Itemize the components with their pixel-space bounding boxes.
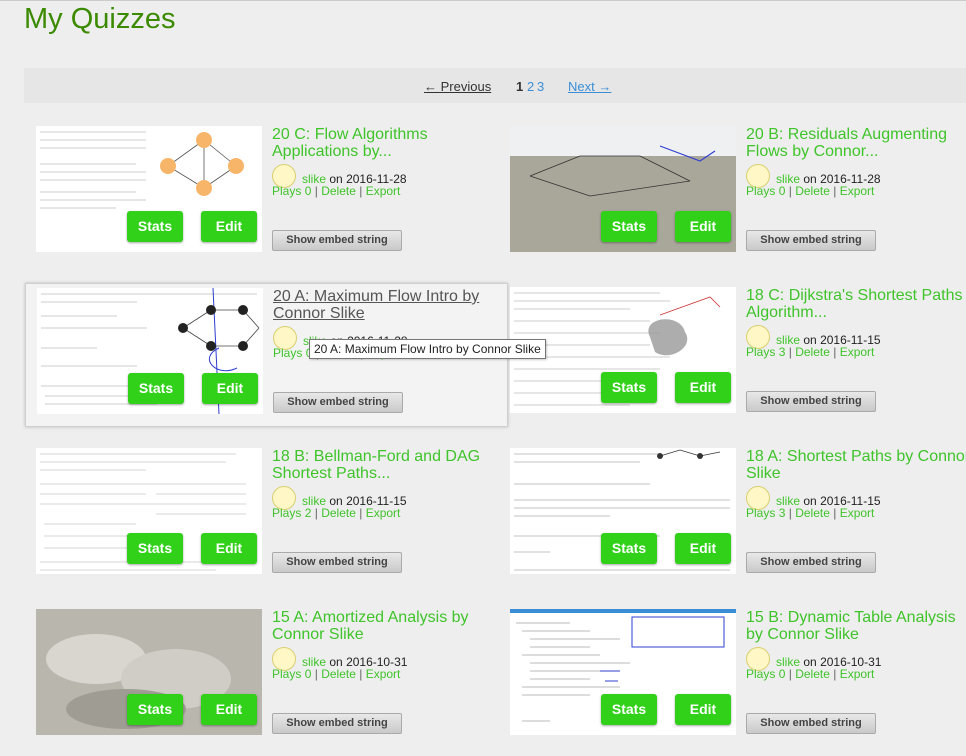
plays-link[interactable]: Plays 3 [746, 345, 785, 359]
page-2-link[interactable]: 2 [527, 79, 534, 94]
stats-button[interactable]: Stats [127, 694, 183, 725]
delete-link[interactable]: Delete [321, 506, 356, 520]
quiz-links: Plays 3 | Delete | Export [746, 506, 875, 520]
export-link[interactable]: Export [840, 506, 875, 520]
quiz-info: 20 A: Maximum Flow Intro by Connor Slike… [273, 288, 503, 413]
quiz-links: Plays 3 | Delete | Export [746, 345, 875, 359]
delete-link[interactable]: Delete [321, 667, 356, 681]
quiz-thumbnail[interactable]: Stats Edit [510, 609, 736, 735]
quiz-info: 20 B: Residuals Augmenting Flows by Conn… [746, 126, 966, 251]
quiz-thumbnail[interactable]: Stats Edit [37, 288, 263, 414]
quiz-title-link[interactable]: 20 B: Residuals Augmenting Flows by Conn… [746, 126, 966, 160]
export-link[interactable]: Export [840, 184, 875, 198]
quiz-card: Stats Edit 15 A: Amortized Analysis by C… [36, 609, 510, 739]
stats-button[interactable]: Stats [601, 694, 657, 725]
plays-link[interactable]: Plays 0 [746, 667, 785, 681]
delete-link[interactable]: Delete [795, 506, 830, 520]
plays-link[interactable]: Plays 0 [272, 667, 311, 681]
quiz-links: Plays 0 | Delete | Export [746, 667, 875, 681]
edit-button[interactable]: Edit [201, 694, 257, 725]
quiz-card: Stats Edit 15 B: Dynamic Table Analysis … [510, 609, 966, 739]
quiz-links: Plays 0 | Delete | Export [746, 184, 875, 198]
quiz-thumbnail[interactable]: Stats Edit [510, 126, 736, 252]
show-embed-string-button[interactable]: Show embed string [272, 713, 402, 734]
show-embed-string-button[interactable]: Show embed string [746, 230, 876, 251]
stats-button[interactable]: Stats [127, 533, 183, 564]
delete-link[interactable]: Delete [795, 184, 830, 198]
quiz-thumbnail[interactable]: Stats Edit [36, 448, 262, 574]
quiz-links: Plays 0 | Delete | Export [272, 184, 401, 198]
quiz-info: 15 B: Dynamic Table Analysis by Connor S… [746, 609, 966, 734]
quiz-info: 15 A: Amortized Analysis by Connor Slike… [272, 609, 502, 734]
stats-button[interactable]: Stats [601, 372, 657, 403]
plays-link[interactable]: Plays 0 [273, 346, 312, 360]
previous-link[interactable]: ← Previous [424, 79, 491, 94]
stats-button[interactable]: Stats [128, 373, 184, 404]
page-title: My Quizzes [24, 3, 176, 35]
edit-button[interactable]: Edit [675, 533, 731, 564]
quiz-links: Plays 2 | Delete | Export [272, 506, 401, 520]
stats-button[interactable]: Stats [601, 211, 657, 242]
quiz-card: Stats Edit 18 C: Dijkstra's Shortest Pat… [510, 287, 966, 417]
quiz-card: Stats Edit 18 B: Bellman-Ford and DAG Sh… [36, 448, 510, 578]
quiz-thumbnail[interactable]: Stats Edit [36, 126, 262, 252]
pagination: ← Previous 1 2 3 Next → [24, 68, 966, 103]
delete-link[interactable]: Delete [795, 345, 830, 359]
page-3-link[interactable]: 3 [537, 79, 544, 94]
quiz-links: Plays 0 | Delete | Export [272, 667, 401, 681]
quiz-title-link[interactable]: 18 B: Bellman-Ford and DAG Shortest Path… [272, 448, 502, 482]
quiz-info: 18 A: Shortest Paths by Connor Slike sli… [746, 448, 966, 573]
plays-link[interactable]: Plays 0 [746, 184, 785, 198]
quiz-title-link[interactable]: 20 C: Flow Algorithms Applications by... [272, 126, 502, 160]
export-link[interactable]: Export [366, 667, 401, 681]
delete-link[interactable]: Delete [795, 667, 830, 681]
title-tooltip: 20 A: Maximum Flow Intro by Connor Slike [309, 339, 546, 359]
stats-button[interactable]: Stats [601, 533, 657, 564]
quiz-title-link[interactable]: 20 A: Maximum Flow Intro by Connor Slike [273, 288, 503, 322]
quiz-title-link[interactable]: 15 B: Dynamic Table Analysis by Connor S… [746, 609, 966, 643]
quiz-info: 20 C: Flow Algorithms Applications by...… [272, 126, 502, 251]
show-embed-string-button[interactable]: Show embed string [746, 391, 876, 412]
stats-button[interactable]: Stats [127, 211, 183, 242]
edit-button[interactable]: Edit [201, 211, 257, 242]
edit-button[interactable]: Edit [201, 533, 257, 564]
export-link[interactable]: Export [840, 345, 875, 359]
show-embed-string-button[interactable]: Show embed string [272, 552, 402, 573]
edit-button[interactable]: Edit [202, 373, 258, 404]
quiz-info: 18 C: Dijkstra's Shortest Paths Algorith… [746, 287, 966, 412]
delete-link[interactable]: Delete [321, 184, 356, 198]
quiz-thumbnail[interactable]: Stats Edit [36, 609, 262, 735]
quiz-info: 18 B: Bellman-Ford and DAG Shortest Path… [272, 448, 502, 573]
quiz-title-link[interactable]: 18 C: Dijkstra's Shortest Paths Algorith… [746, 287, 966, 321]
show-embed-string-button[interactable]: Show embed string [272, 230, 402, 251]
quiz-title-link[interactable]: 18 A: Shortest Paths by Connor Slike [746, 448, 966, 482]
export-link[interactable]: Export [366, 506, 401, 520]
edit-button[interactable]: Edit [675, 694, 731, 725]
edit-button[interactable]: Edit [675, 372, 731, 403]
edit-button[interactable]: Edit [675, 211, 731, 242]
page-1-current: 1 [516, 79, 524, 94]
export-link[interactable]: Export [840, 667, 875, 681]
plays-link[interactable]: Plays 0 [272, 184, 311, 198]
quiz-thumbnail[interactable]: Stats Edit [510, 448, 736, 574]
quiz-card: Stats Edit 20 C: Flow Algorithms Applica… [36, 126, 510, 256]
next-link[interactable]: Next → [568, 79, 611, 94]
plays-link[interactable]: Plays 2 [272, 506, 311, 520]
export-link[interactable]: Export [366, 184, 401, 198]
plays-link[interactable]: Plays 3 [746, 506, 785, 520]
quiz-card: Stats Edit 20 B: Residuals Augmenting Fl… [510, 126, 966, 256]
show-embed-string-button[interactable]: Show embed string [273, 392, 403, 413]
quiz-card: Stats Edit 18 A: Shortest Paths by Conno… [510, 448, 966, 578]
show-embed-string-button[interactable]: Show embed string [746, 552, 876, 573]
quiz-title-link[interactable]: 15 A: Amortized Analysis by Connor Slike [272, 609, 502, 643]
show-embed-string-button[interactable]: Show embed string [746, 713, 876, 734]
